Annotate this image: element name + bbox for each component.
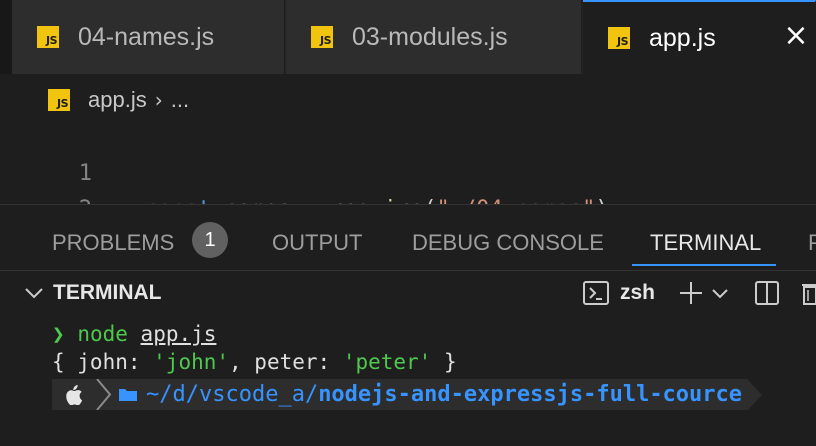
split-terminal-icon[interactable] [754, 279, 780, 307]
close-icon[interactable]: × [781, 16, 811, 56]
powerline-prompt: ~/d/vscode_a/nodejs-and-expressjs-full-c… [52, 378, 763, 411]
line-number: 2 [0, 192, 92, 204]
terminal-shell-icon[interactable] [582, 279, 610, 307]
js-file-icon: JS [37, 26, 59, 48]
tab-problems[interactable]: PROBLEMS [52, 227, 174, 259]
terminal-command: node [77, 322, 128, 346]
prompt-path-current: nodejs-and-expressjs-full-cource [318, 382, 743, 407]
terminal-command-line: ❯ node app.js [52, 320, 216, 348]
code-editor[interactable]: 1 const names = require("./04-names"); 2… [0, 118, 816, 204]
problems-count-badge: 1 [192, 222, 228, 258]
plus-icon[interactable] [678, 279, 704, 307]
prompt-path: ~/d/vscode_a/nodejs-and-expressjs-full-c… [114, 379, 749, 410]
chevron-right-icon: › [154, 88, 163, 112]
chevron-down-icon[interactable] [22, 281, 46, 305]
tab-ports-truncated[interactable]: P [808, 227, 816, 259]
prompt-path-parent: ~/d/vscode_a/ [146, 382, 319, 407]
breadcrumb-more[interactable]: ... [171, 87, 189, 113]
tab-app-js[interactable]: JS app.js × [583, 0, 816, 74]
tab-04-names[interactable]: JS 04-names.js [12, 0, 285, 74]
shell-name[interactable]: zsh [620, 279, 655, 307]
active-tab-indicator [632, 264, 776, 266]
terminal-command-arg[interactable]: app.js [141, 322, 217, 346]
folder-icon [119, 388, 137, 401]
chevron-down-icon[interactable] [708, 279, 732, 307]
code-text-line-1: const names = require("./04-names"); [145, 192, 622, 204]
breadcrumb-file[interactable]: app.js [88, 87, 147, 113]
tab-terminal[interactable]: TERMINAL [650, 227, 761, 259]
js-file-icon: JS [48, 89, 70, 111]
apple-icon [52, 379, 94, 410]
prompt-arrow: ❯ [52, 322, 65, 346]
powerline-tip [748, 379, 763, 410]
tab-bar-edge [0, 0, 12, 74]
tab-03-modules[interactable]: JS 03-modules.js [286, 0, 582, 74]
terminal-header: TERMINAL zsh [0, 270, 816, 314]
tab-output[interactable]: OUTPUT [272, 227, 362, 259]
tab-label: 04-names.js [78, 22, 215, 51]
tab-label: app.js [649, 23, 716, 52]
breadcrumb: JS app.js › ... [48, 86, 189, 114]
editor-tab-bar: JS 04-names.js JS 03-modules.js JS app.j… [0, 0, 816, 74]
js-file-icon: JS [311, 26, 333, 48]
tab-debug-console[interactable]: DEBUG CONSOLE [412, 227, 604, 259]
js-file-icon: JS [608, 27, 630, 49]
terminal-section-title[interactable]: TERMINAL [53, 279, 162, 307]
code-line: 2 console.log(names); [0, 156, 816, 204]
code-line: 1 const names = require("./04-names"); [0, 120, 816, 204]
terminal-output-line: { john: 'john', peter: 'peter' } [52, 350, 457, 374]
tab-label: 03-modules.js [352, 22, 508, 51]
trash-icon[interactable] [800, 279, 816, 307]
powerline-separator [94, 378, 114, 411]
